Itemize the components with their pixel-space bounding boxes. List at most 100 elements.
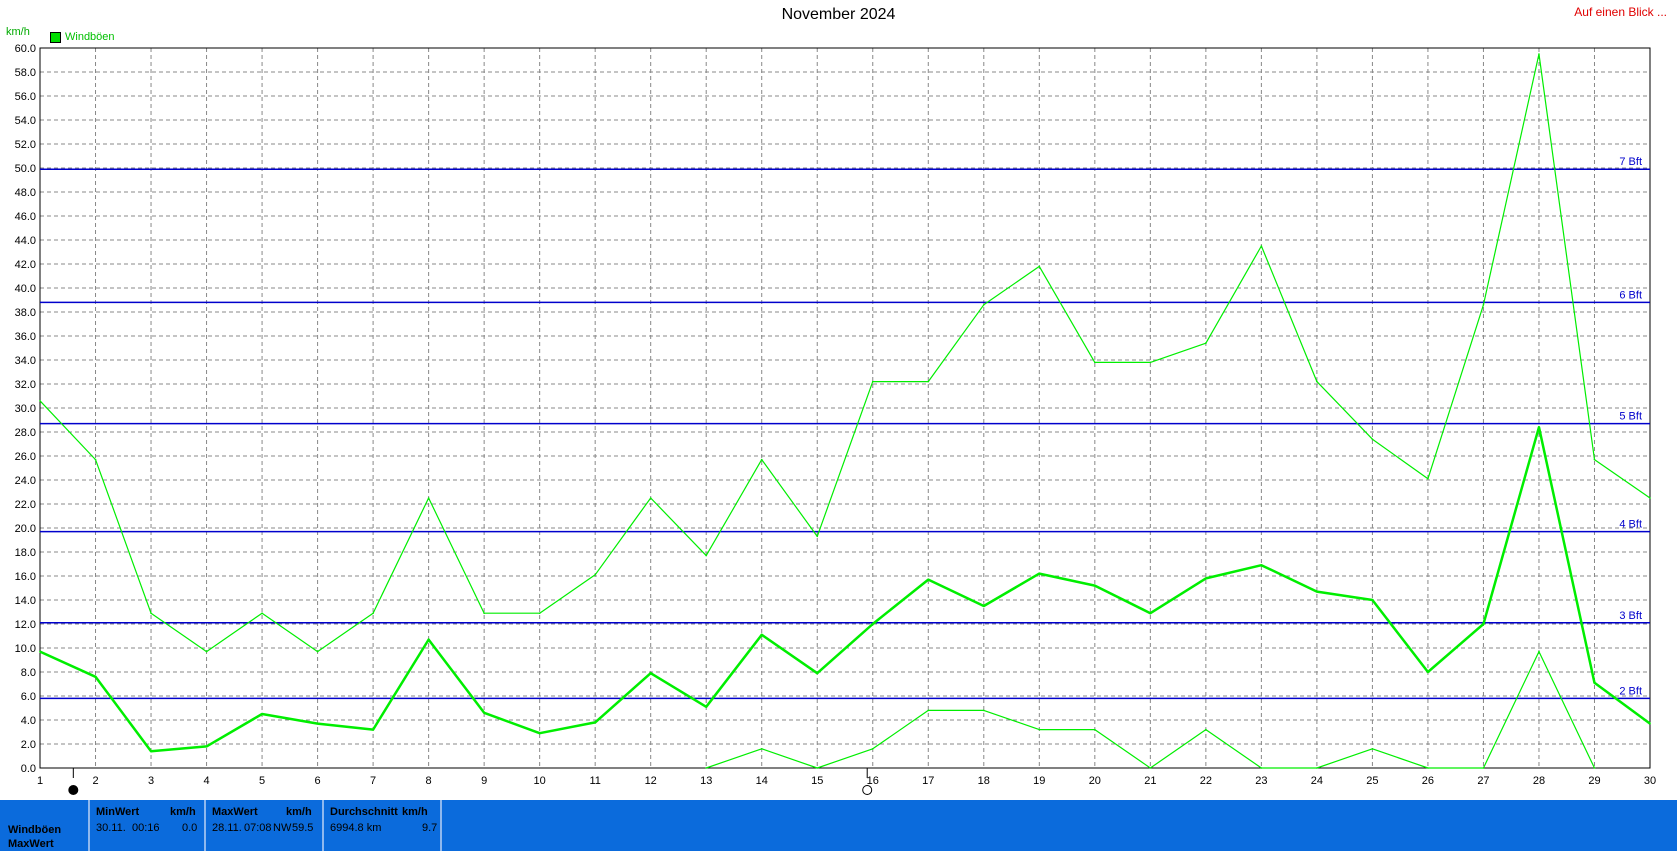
x-tick-label: 3: [148, 775, 154, 787]
data-point-max: [1205, 342, 1207, 345]
data-point-max: [1316, 380, 1318, 383]
full-moon-icon: [862, 785, 873, 795]
data-point-min: [705, 767, 708, 769]
data-point-max: [1260, 245, 1263, 247]
data-point-max: [1371, 438, 1374, 441]
x-tick-label: 20: [1089, 775, 1101, 787]
x-tick-label: 11: [589, 775, 600, 787]
y-tick-label: 30.0: [15, 403, 36, 415]
series-line-average: [39, 425, 1651, 753]
y-tick-label: 12.0: [15, 619, 36, 631]
stats-min-date: 30.11.: [96, 822, 126, 834]
stats-avg-panel: Durchschnitt km/h 6994.8 km 9.7: [322, 800, 442, 851]
x-tick-label: 30: [1644, 775, 1656, 787]
beaufort-label: 3 Bft: [1619, 610, 1642, 622]
data-point-average: [1482, 623, 1485, 625]
data-point-max: [205, 650, 208, 653]
y-tick-label: 54.0: [15, 115, 36, 127]
data-point-min: [1316, 767, 1318, 769]
y-tick-label: 38.0: [15, 307, 36, 319]
y-tick-label: 20.0: [15, 523, 36, 535]
y-tick-label: 18.0: [15, 547, 36, 559]
x-tick-label: 27: [1477, 775, 1489, 787]
y-tick-label: 14.0: [15, 595, 36, 607]
data-point-max: [705, 554, 708, 557]
stats-min-unit: km/h: [170, 806, 196, 818]
data-point-max: [1094, 361, 1096, 364]
beaufort-label: 6 Bft: [1619, 289, 1642, 301]
x-tick-label: 18: [978, 775, 990, 787]
data-point-average: [1038, 572, 1041, 575]
y-tick-label: 52.0: [15, 139, 36, 151]
data-point-average: [705, 706, 708, 708]
stats-avg-header: Durchschnitt: [330, 806, 398, 818]
x-tick-label: 17: [922, 775, 934, 787]
data-point-min: [1538, 650, 1540, 653]
data-point-min: [1593, 767, 1596, 769]
y-tick-label: 24.0: [15, 475, 36, 487]
x-tick-label: 13: [700, 775, 712, 787]
stats-max-date: 28.11.: [212, 822, 242, 834]
new-moon-icon: [68, 785, 79, 795]
y-tick-label: 22.0: [15, 499, 36, 511]
chart-area: 0.0 2.0 4.0 6.0 8.0 10.0 12.0 14.0 16.0 18.0 20.0 2…: [15, 43, 1656, 795]
data-point-max: [1038, 265, 1041, 268]
data-point-min: [871, 748, 874, 750]
data-point-max: [760, 458, 763, 461]
x-tick-label: 6: [315, 775, 321, 787]
data-point-min: [1149, 767, 1152, 769]
overview-link[interactable]: Auf einen Blick ...: [1574, 5, 1667, 19]
data-point-max: [594, 574, 596, 576]
stats-max-unit: km/h: [286, 806, 312, 818]
data-point-max: [982, 304, 985, 306]
x-tick-label: 21: [1144, 775, 1156, 787]
x-tick-label: 7: [370, 775, 376, 787]
y-tick-label: 34.0: [15, 355, 36, 367]
data-point-average: [1260, 564, 1263, 566]
data-point-min: [760, 748, 763, 750]
y-tick-label: 58.0: [15, 67, 36, 79]
data-point-average: [1371, 599, 1374, 601]
data-point-min: [1038, 728, 1041, 731]
x-tick-label: 28: [1533, 775, 1545, 787]
data-point-average: [982, 605, 985, 607]
stats-min-time: 00:16: [132, 822, 160, 834]
data-point-max: [871, 380, 874, 383]
stats-avg-value: 9.7: [422, 822, 438, 834]
data-point-average: [316, 722, 319, 725]
y-tick-label: 6.0: [21, 691, 36, 703]
data-point-min: [927, 709, 930, 712]
data-point-max: [1149, 361, 1152, 364]
stats-row-label-series: Windböen: [8, 824, 62, 836]
data-point-average: [150, 750, 152, 752]
legend-swatch: [50, 31, 61, 43]
chart-title: November 2024: [781, 6, 896, 23]
data-point-average: [372, 728, 374, 731]
data-point-average: [483, 712, 485, 714]
data-point-average: [205, 745, 208, 748]
data-point-max: [1427, 478, 1429, 480]
data-point-max: [150, 612, 152, 614]
data-point-average: [427, 638, 430, 641]
data-point-max: [816, 535, 819, 538]
x-tick-label: 15: [811, 775, 823, 787]
data-point-max: [483, 612, 485, 614]
data-point-max: [927, 380, 930, 383]
stats-max-time: 07:08: [244, 822, 272, 834]
y-tick-label: 48.0: [15, 187, 36, 199]
data-point-min: [1205, 728, 1207, 731]
data-point-average: [1149, 612, 1152, 614]
data-point-average: [649, 672, 652, 674]
x-tick-label: 12: [645, 775, 657, 787]
data-point-max: [261, 612, 263, 614]
stats-max-header: MaxWert: [212, 806, 258, 818]
data-point-max: [1649, 497, 1651, 499]
y-tick-label: 2.0: [21, 739, 36, 751]
y-tick-label: 42.0: [15, 259, 36, 271]
y-tick-label: 28.0: [15, 427, 36, 439]
x-tick-label: 10: [534, 775, 546, 787]
stats-avg-distance: 6994.8 km: [330, 822, 382, 834]
y-tick-label: 16.0: [15, 571, 36, 583]
x-tick-label: 14: [756, 775, 768, 787]
stats-avg-unit: km/h: [402, 806, 428, 818]
